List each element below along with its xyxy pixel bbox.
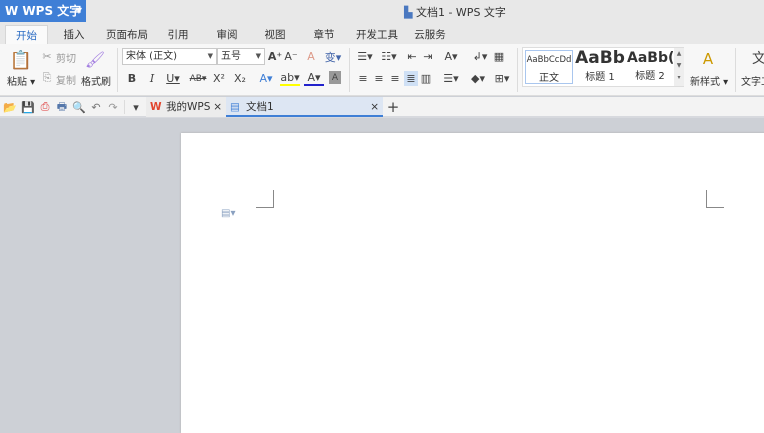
grow-font-icon[interactable]: A⁺ — [268, 49, 282, 64]
subscript-icon[interactable]: X₂ — [233, 71, 247, 86]
align-right-icon[interactable]: ≡ — [389, 71, 401, 86]
borders-icon[interactable]: ⊞▾ — [492, 71, 512, 86]
char-shading-icon[interactable]: A — [329, 71, 341, 84]
tab-insert[interactable]: 插入 — [56, 25, 92, 45]
redo-icon[interactable]: ↷ — [106, 100, 120, 114]
undo-icon[interactable]: ↶ — [89, 100, 103, 114]
highlight-icon[interactable]: ab▾ — [280, 71, 300, 86]
italic-icon[interactable]: I — [146, 71, 158, 86]
document-page[interactable]: ▤▾ — [181, 133, 764, 433]
align-left-icon[interactable]: ≡ — [357, 71, 369, 86]
margin-corner-mark — [706, 190, 724, 208]
document-icon: ▤ — [230, 101, 240, 113]
close-icon[interactable]: × — [370, 97, 379, 117]
quick-access-toolbar: 📂 💾 ⎙ 🖶 🔍 ↶ ↷ ▾ W 我的WPS × ▤ 文档1 × + — [0, 97, 764, 118]
wps-logo-icon: W — [5, 4, 23, 18]
line-spacing-icon[interactable]: ☰▾ — [441, 71, 461, 86]
ribbon-tabs: 开始 插入 页面布局 引用 审阅 视图 章节 开发工具 云服务 — [0, 22, 764, 45]
shading-icon[interactable]: ◆▾ — [468, 71, 488, 86]
doc-tab-my-wps[interactable]: W 我的WPS × — [146, 97, 226, 117]
open-icon[interactable]: 📂 — [3, 100, 17, 114]
increase-indent-icon[interactable]: ⇥ — [422, 49, 434, 64]
font-size-select[interactable]: 五号 ▼ — [217, 48, 265, 65]
close-icon[interactable]: × — [213, 97, 222, 117]
style-gallery: AaBbCcDd 正文 AaBb 标题 1 AaBb(标题 2 ▲ ▼ ▾ — [522, 47, 684, 87]
text-effect-icon[interactable]: A▾ — [256, 71, 276, 86]
align-center-icon[interactable]: ≡ — [373, 71, 385, 86]
wps-logo-icon: W — [150, 101, 162, 113]
bold-icon[interactable]: B — [126, 71, 138, 86]
paste-icon[interactable]: 📋 — [10, 49, 32, 71]
tab-section[interactable]: 章节 — [306, 25, 342, 45]
new-style-icon[interactable]: A — [697, 48, 719, 70]
line-break-icon[interactable]: ↲▾ — [470, 49, 490, 64]
print-icon[interactable]: 🖶 — [55, 100, 69, 114]
paste-button[interactable]: 粘贴 ▾ — [7, 73, 35, 88]
text-tools-icon[interactable]: 文 — [752, 48, 764, 68]
tab-developer[interactable]: 开发工具 — [353, 25, 401, 45]
print-preview-icon[interactable]: 🔍 — [72, 100, 86, 114]
table-icon[interactable]: ▦ — [493, 49, 505, 64]
export-pdf-icon[interactable]: ⎙ — [38, 100, 52, 114]
format-painter-icon[interactable]: 🖌 — [85, 49, 105, 69]
tab-home[interactable]: 开始 — [5, 25, 48, 45]
margin-corner-mark — [256, 190, 274, 208]
font-color-icon[interactable]: A▾ — [304, 71, 324, 86]
chevron-down-icon: ▼ — [75, 6, 82, 15]
cut-button[interactable]: 剪切 — [56, 50, 76, 65]
app-menu-button[interactable]: W WPS 文字 ▼ — [0, 0, 86, 22]
clear-format-icon[interactable]: A — [304, 49, 318, 64]
cut-icon[interactable]: ✂ — [40, 49, 54, 63]
tab-view[interactable]: 视图 — [257, 25, 293, 45]
tab-page-layout[interactable]: 页面布局 — [103, 25, 151, 45]
copy-icon[interactable]: ⎘ — [40, 71, 54, 85]
tab-references[interactable]: 引用 — [160, 25, 196, 45]
superscript-icon[interactable]: X² — [212, 71, 226, 86]
new-tab-icon[interactable]: + — [386, 98, 400, 116]
text-tools-button[interactable]: 文字工 — [741, 73, 764, 88]
underline-icon[interactable]: U▾ — [163, 71, 183, 86]
justify-icon[interactable]: ≣ — [404, 71, 418, 86]
style-heading-2[interactable]: AaBb(标题 2 — [627, 48, 673, 86]
save-icon[interactable]: 💾 — [21, 100, 35, 114]
title-bar — [0, 0, 764, 22]
font-size-dropdown-icon[interactable]: A▾ — [440, 49, 462, 64]
new-style-button[interactable]: 新样式 ▾ — [690, 73, 728, 88]
doc-tab-document1[interactable]: ▤ 文档1 × — [226, 97, 383, 117]
customize-icon[interactable]: ▾ — [129, 100, 143, 114]
window-title: ▙ 文档1 - WPS 文字 — [404, 6, 506, 19]
phonetic-icon[interactable]: 变▾ — [322, 49, 344, 64]
format-painter-button[interactable]: 格式刷 — [81, 73, 111, 88]
strikethrough-icon[interactable]: AB▾ — [187, 71, 209, 86]
bullets-icon[interactable]: ☰▾ — [355, 49, 375, 64]
copy-button[interactable]: 复制 — [56, 72, 76, 87]
decrease-indent-icon[interactable]: ⇤ — [406, 49, 418, 64]
paste-options-icon[interactable]: ▤▾ — [221, 208, 235, 219]
numbering-icon[interactable]: ☷▾ — [379, 49, 399, 64]
distribute-icon[interactable]: ▥ — [420, 71, 432, 86]
style-gallery-scroll[interactable]: ▲ ▼ ▾ — [674, 48, 684, 86]
tab-review[interactable]: 审阅 — [209, 25, 245, 45]
tab-cloud[interactable]: 云服务 — [410, 25, 450, 45]
shrink-font-icon[interactable]: A⁻ — [284, 49, 298, 64]
document-icon: ▙ — [404, 6, 413, 19]
style-normal[interactable]: AaBbCcDd 正文 — [525, 50, 573, 84]
font-family-select[interactable]: 宋体 (正文) ▼ — [122, 48, 217, 65]
style-heading-1[interactable]: AaBb 标题 1 — [575, 48, 625, 86]
